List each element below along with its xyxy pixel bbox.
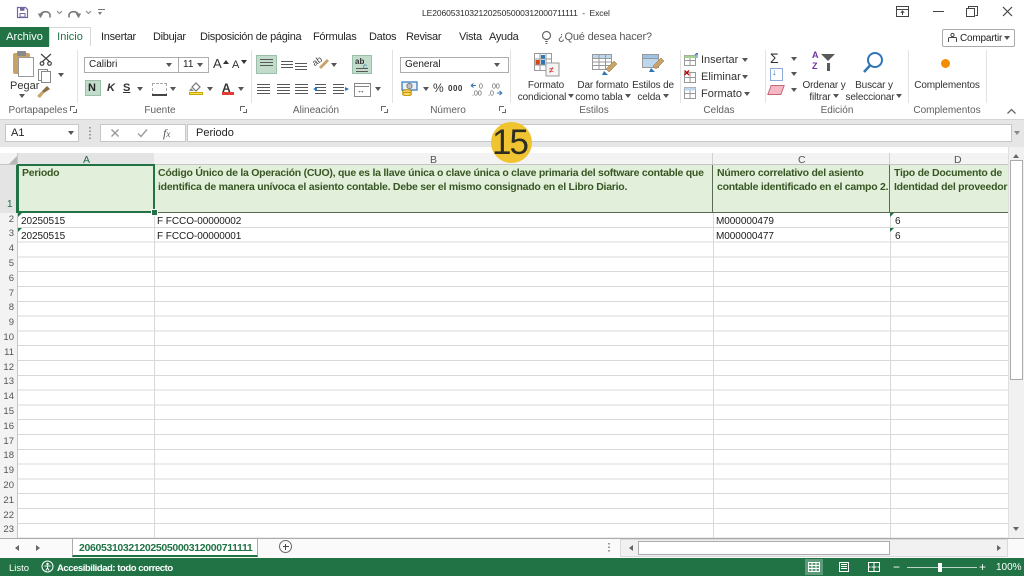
svg-text:,00: ,00 <box>472 91 482 97</box>
svg-text:0: 0 <box>479 84 483 91</box>
svg-text:00: 00 <box>492 84 500 91</box>
svg-text:,0: ,0 <box>488 91 494 97</box>
svg-text:≠: ≠ <box>549 65 554 75</box>
